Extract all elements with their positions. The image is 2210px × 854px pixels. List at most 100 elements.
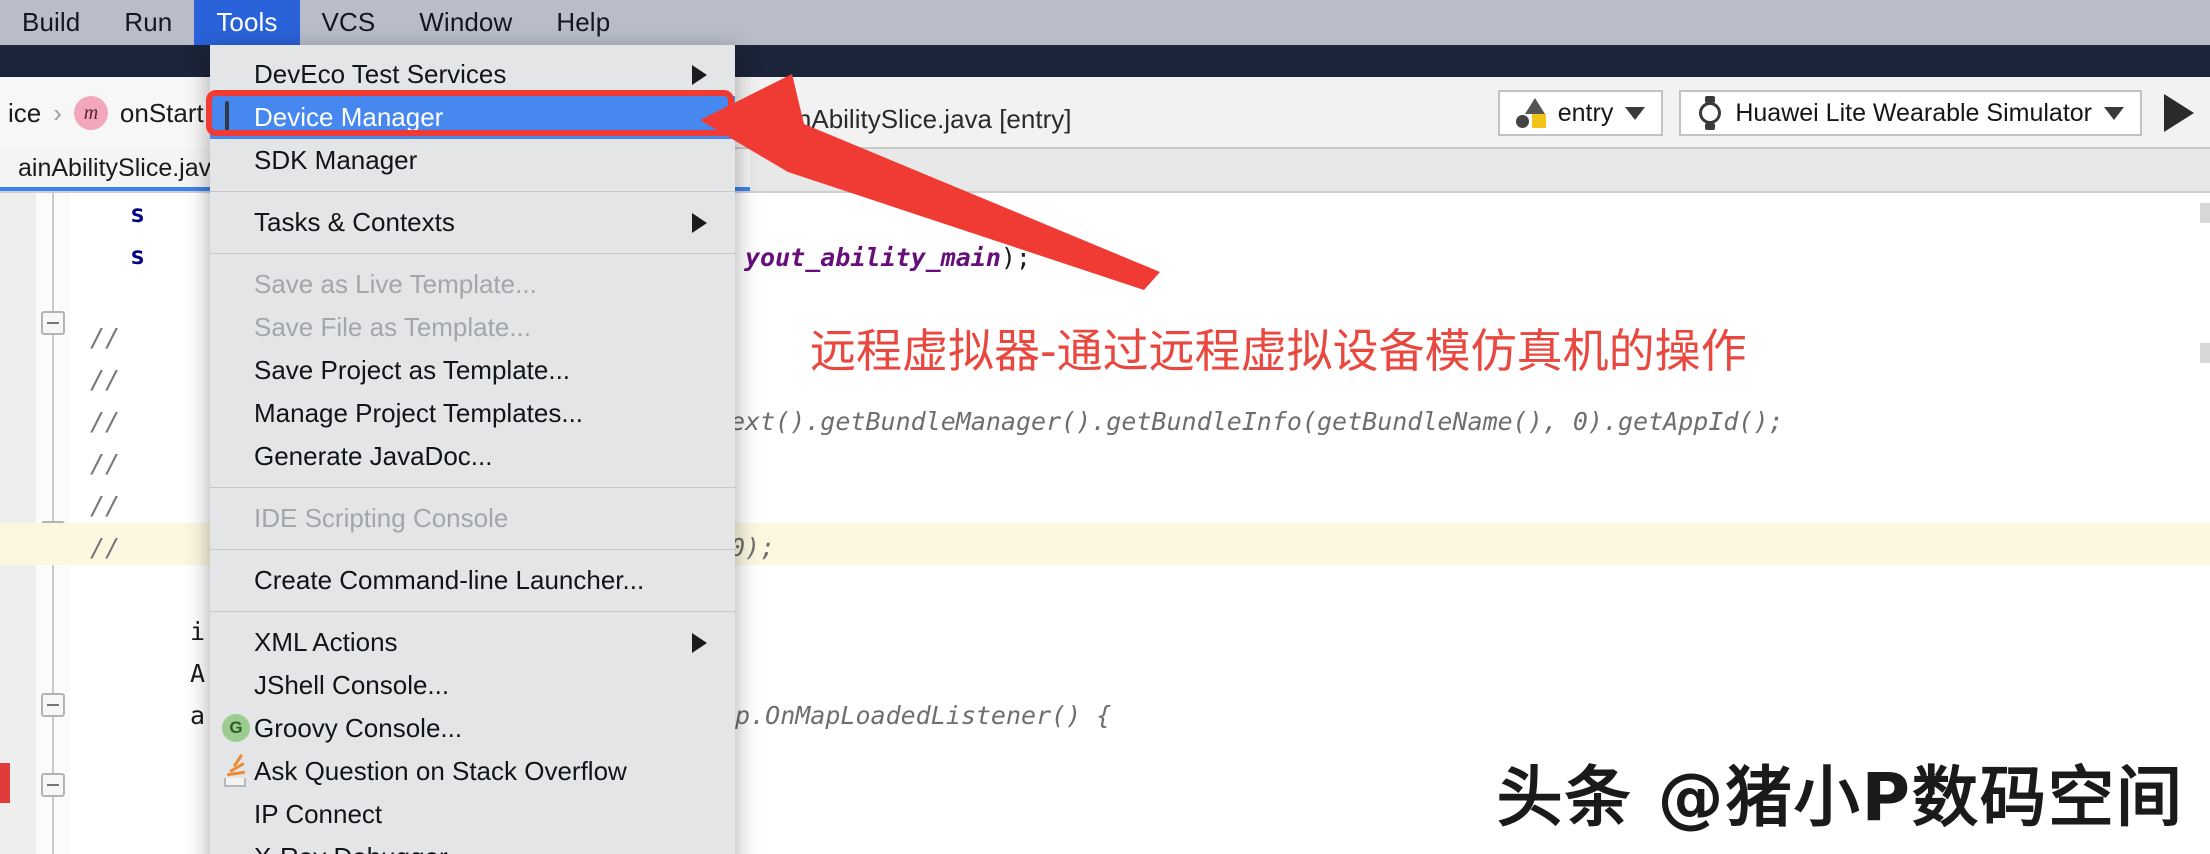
code-token: s <box>130 198 146 228</box>
fold-marker-icon[interactable] <box>41 773 65 797</box>
menu-item-save-file-as-template: Save File as Template... <box>210 306 735 349</box>
code-token: // <box>90 406 121 436</box>
annotation-text: 远程虚拟器-通过远程虚拟设备模仿真机的操作 <box>810 324 1747 378</box>
menu-item-groovy-console[interactable]: G Groovy Console... <box>210 707 735 750</box>
code-line: s <box>130 193 145 233</box>
menu-item-ip-connect[interactable]: IP Connect <box>210 793 735 836</box>
annotation-arrow-icon <box>700 74 1160 290</box>
breadcrumb-separator-icon: › <box>53 97 62 128</box>
menu-separator <box>210 611 735 612</box>
menu-item-label: JShell Console... <box>254 670 450 700</box>
stackoverflow-icon <box>220 753 250 787</box>
menu-item-generate-javadoc[interactable]: Generate JavaDoc... <box>210 435 735 478</box>
menu-item-label: Save as Live Template... <box>254 269 537 299</box>
code-line: // <box>90 359 120 399</box>
tools-dropdown-menu[interactable]: DevEco Test Services Device Manager SDK Ma… <box>210 45 735 854</box>
menu-item-save-as-live-template: Save as Live Template... <box>210 263 735 306</box>
code-token: // <box>90 364 121 394</box>
menu-item-label: Groovy Console... <box>254 713 463 743</box>
menu-item-label: Tasks & Contexts <box>254 207 455 237</box>
wearable-icon <box>1697 96 1723 130</box>
code-line: A <box>190 653 205 693</box>
menubar-item-tools[interactable]: Tools <box>194 0 300 45</box>
menubar-item-help[interactable]: Help <box>534 0 632 45</box>
menu-item-ask-question-stack-overflow[interactable]: Ask Question on Stack Overflow <box>210 750 735 793</box>
menu-item-save-project-as-template[interactable]: Save Project as Template... <box>210 349 735 392</box>
menu-item-create-command-line-launcher[interactable]: Create Command-line Launcher... <box>210 559 735 602</box>
menu-item-label: Manage Project Templates... <box>254 398 584 428</box>
tab-filename: ainAbilitySlice.java <box>18 153 226 182</box>
menu-item-xml-actions[interactable]: XML Actions <box>210 621 735 664</box>
scrollbar-mark[interactable] <box>2200 343 2210 363</box>
menu-item-label: IP Connect <box>254 799 383 829</box>
chevron-down-icon <box>1625 106 1646 120</box>
menu-item-manage-project-templates[interactable]: Manage Project Templates... <box>210 392 735 435</box>
menu-separator <box>210 549 735 550</box>
run-widgets: entry Huawei Lite Wearable Simulator <box>1497 77 2194 149</box>
menubar-item-window[interactable]: Window <box>397 0 534 45</box>
menu-item-label: Ask Question on Stack Overflow <box>254 756 627 786</box>
menu-item-label: XML Actions <box>254 627 398 657</box>
code-line: ap.OnMapLoadedListener() { <box>720 695 1111 735</box>
breadcrumb-method: onStart <box>119 97 204 128</box>
code-line: // <box>90 527 120 567</box>
menu-item-label: X-Ray Debugger <box>254 842 448 854</box>
code-token: A <box>190 658 206 688</box>
scrollbar-mark[interactable] <box>2200 203 2210 223</box>
groovy-icon: G <box>220 713 250 744</box>
code-line: 0); <box>730 527 775 567</box>
code-line: // <box>90 485 120 525</box>
code-token: ext().getBundleManager().getBundleInfo(g… <box>730 406 1784 436</box>
code-token: a <box>190 700 206 730</box>
menubar-item-vcs[interactable]: VCS <box>300 0 398 45</box>
code-line: a <box>190 695 205 735</box>
menu-item-deveco-test-services[interactable]: DevEco Test Services <box>210 53 735 96</box>
code-token: i <box>190 616 206 646</box>
vcs-change-marker <box>0 763 10 803</box>
code-token: // <box>90 322 121 352</box>
code-line: s <box>130 235 145 275</box>
chevron-down-icon <box>2104 106 2124 120</box>
phone-icon <box>220 100 250 135</box>
menu-item-device-manager[interactable]: Device Manager <box>210 96 735 139</box>
code-token: // <box>90 448 121 478</box>
module-icon <box>1515 98 1546 128</box>
code-line: i <box>190 611 205 651</box>
submenu-arrow-icon <box>692 632 707 653</box>
menu-item-ide-scripting-console: IDE Scripting Console <box>210 497 735 540</box>
menu-separator <box>210 487 735 488</box>
code-token: ap.OnMapLoadedListener() { <box>720 700 1112 730</box>
menu-item-label: Generate JavaDoc... <box>254 441 493 471</box>
code-line: // <box>90 317 120 357</box>
menu-item-label: DevEco Test Services <box>254 59 507 89</box>
code-token: s <box>130 240 146 270</box>
ide-window: Build Run Tools VCS Window Help ice › m onSta… <box>0 0 2210 854</box>
code-token: // <box>90 532 121 562</box>
method-badge-icon: m <box>73 96 108 130</box>
menubar-item-build[interactable]: Build <box>0 0 102 45</box>
code-line: // <box>90 443 120 483</box>
breadcrumb[interactable]: ice › m onStart <box>0 77 228 149</box>
menu-separator <box>210 191 735 192</box>
code-line: // <box>90 401 120 441</box>
run-configuration-selector[interactable]: entry <box>1497 90 1664 136</box>
fold-marker-icon[interactable] <box>41 693 65 717</box>
breadcrumb-class: ice <box>8 97 42 128</box>
menu-item-label: Save Project as Template... <box>254 355 571 385</box>
menu-item-x-ray-debugger[interactable]: X-Ray Debugger <box>210 836 735 854</box>
menubar-item-run[interactable]: Run <box>102 0 194 45</box>
device-selector[interactable]: Huawei Lite Wearable Simulator <box>1679 90 2142 136</box>
menu-item-tasks-and-contexts[interactable]: Tasks & Contexts <box>210 201 735 244</box>
run-configuration-label: entry <box>1557 98 1614 127</box>
menu-item-label: Create Command-line Launcher... <box>254 565 645 595</box>
menu-item-label: IDE Scripting Console <box>254 503 509 533</box>
menu-item-sdk-manager[interactable]: SDK Manager <box>210 139 735 182</box>
menu-separator <box>210 253 735 254</box>
menu-item-label: SDK Manager <box>254 145 418 175</box>
fold-marker-icon[interactable] <box>41 311 65 335</box>
menu-item-label: Save File as Template... <box>254 312 531 342</box>
watermark-text: 头条 @猪小P数码空间 <box>1496 759 2184 836</box>
menu-item-jshell-console[interactable]: JShell Console... <box>210 664 735 707</box>
code-line: ext().getBundleManager().getBundleInfo(g… <box>730 401 1784 441</box>
run-button[interactable] <box>2164 94 2194 132</box>
